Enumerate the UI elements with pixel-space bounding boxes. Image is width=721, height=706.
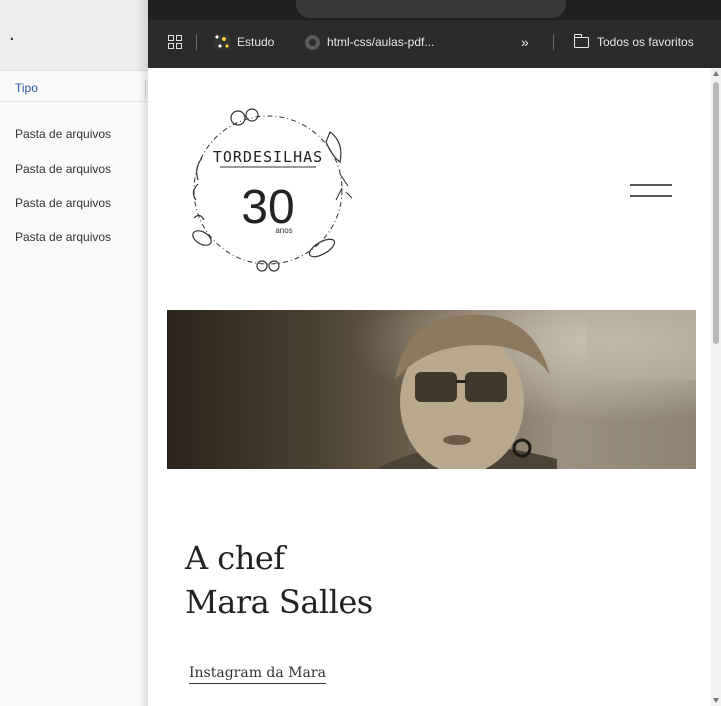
bookmarks-separator [196, 33, 197, 51]
window-shadow [138, 0, 148, 706]
photo-background-window [587, 310, 696, 380]
fish-icon [192, 230, 212, 246]
list-item[interactable]: Pasta de arquivos [15, 196, 111, 210]
page-scrollbar[interactable] [711, 68, 721, 706]
herb-icon [335, 173, 353, 201]
chef-heading-line1: A chef [185, 539, 285, 577]
hamburger-line [630, 195, 672, 197]
bookmark-github-label: html-css/aulas-pdf... [327, 35, 435, 49]
logo-brand-text: TORDESILHAS [213, 148, 323, 166]
github-icon [305, 34, 320, 50]
photo-glasses-bridge [456, 380, 466, 383]
photo-glasses-right [465, 372, 507, 402]
hamburger-line [630, 184, 672, 186]
tordesilhas-logo[interactable]: TORDESILHAS 30 anos [180, 88, 360, 278]
explorer-toolbar: . [0, 0, 148, 71]
bookmark-estudo-label: Estudo [237, 35, 275, 49]
photo-mouth [443, 435, 471, 445]
all-bookmarks-label: Todos os favoritos [597, 35, 694, 49]
tomato-icon [245, 108, 259, 122]
bookmarks-separator [553, 33, 554, 51]
explorer-title-fragment: . [9, 24, 15, 45]
page-viewport: TORDESILHAS 30 anos A chef Mara Salles I… [148, 68, 711, 706]
list-item[interactable]: Pasta de arquivos [15, 162, 111, 176]
bookmark-estudo[interactable]: Estudo [214, 33, 274, 51]
apps-grid-icon [168, 35, 182, 49]
pot-icon [308, 238, 336, 258]
menu-button[interactable] [630, 184, 672, 198]
bookmark-github[interactable]: html-css/aulas-pdf... [305, 33, 434, 51]
pea-icon [256, 260, 268, 272]
overflow-chevron-icon: » [521, 34, 529, 50]
scroll-up-arrow-icon[interactable] [713, 71, 719, 76]
scroll-down-arrow-icon[interactable] [713, 698, 719, 703]
active-tab-edge[interactable] [296, 0, 566, 18]
chef-heading-line2: Mara Salles [185, 583, 373, 621]
instagram-link[interactable]: Instagram da Mara [189, 665, 326, 684]
browser-chrome: Estudo html-css/aulas-pdf... » Todos os … [148, 0, 721, 68]
list-item[interactable]: Pasta de arquivos [15, 127, 111, 141]
photo-glasses-left [415, 372, 457, 402]
leaf-icon [192, 157, 205, 221]
chef-heading: A chef Mara Salles [185, 536, 373, 624]
chef-photo [167, 310, 696, 469]
file-explorer-panel: . Tipo Pasta de arquivos Pasta de arquiv… [0, 0, 148, 706]
column-header-tipo[interactable]: Tipo [15, 81, 38, 95]
tomato-icon [230, 110, 246, 126]
estudo-icon [214, 34, 230, 50]
all-bookmarks-button[interactable]: Todos os favoritos [573, 33, 694, 51]
list-item[interactable]: Pasta de arquivos [15, 230, 111, 244]
explorer-column-header[interactable]: Tipo [0, 77, 148, 102]
pea-icon [268, 260, 280, 272]
bookmarks-overflow-button[interactable]: » [521, 33, 529, 51]
logo-anos: anos [275, 226, 292, 235]
pepper-icon [325, 131, 342, 164]
scrollbar-thumb[interactable] [713, 82, 719, 344]
folder-icon [573, 33, 589, 48]
apps-button[interactable] [168, 33, 182, 51]
